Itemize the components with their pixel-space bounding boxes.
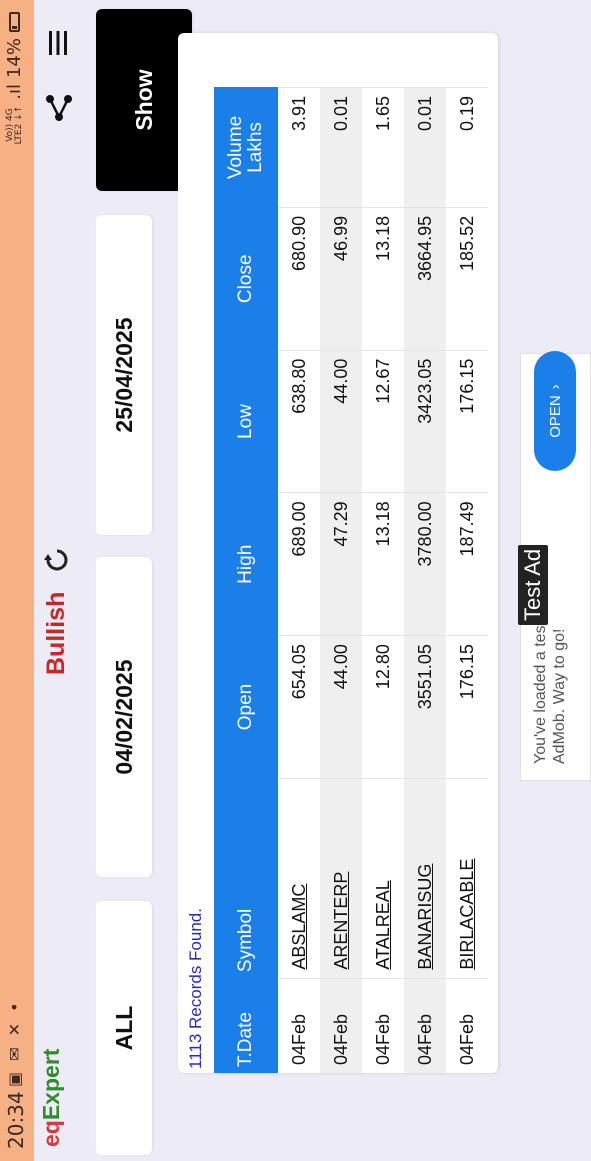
share-icon[interactable]: [44, 93, 74, 123]
ad-open-label: OPEN: [546, 395, 564, 438]
column-header[interactable]: Open: [214, 635, 278, 779]
cell-low: 3423.05: [404, 350, 446, 493]
ad-open-button[interactable]: OPEN ›: [534, 351, 576, 471]
cell-high: 689.00: [278, 492, 320, 636]
cell-open: 12.80: [362, 635, 404, 779]
cell-high: 187.49: [446, 492, 488, 636]
cell-low: 44.00: [320, 350, 362, 493]
notification-icons: ▣ ✉ ✕ •: [5, 999, 24, 1087]
cell-close: 13.18: [362, 207, 404, 351]
cell-volume: 3.91: [278, 87, 320, 208]
cell-date: 04Feb: [404, 978, 446, 1073]
column-header[interactable]: High: [214, 492, 278, 636]
battery-icon: [9, 12, 20, 32]
cell-open: 176.15: [446, 635, 488, 779]
cell-low: 12.67: [362, 350, 404, 493]
network-indicator: Vo)) 4G LTE2 ↓↑: [4, 105, 24, 145]
chevron-right-icon: ›: [546, 384, 564, 390]
column-header[interactable]: Close: [214, 207, 278, 351]
from-date-field[interactable]: 04/02/2025: [96, 557, 152, 877]
to-date-field[interactable]: 25/04/2025: [96, 215, 152, 535]
records-count: 1113 Records Found.: [186, 908, 205, 1069]
cell-close: 680.90: [278, 207, 320, 351]
symbol-link[interactable]: ARENTERP: [320, 778, 362, 979]
column-header[interactable]: Low: [214, 350, 278, 493]
column-header[interactable]: Symbol: [214, 778, 278, 979]
cell-volume: 0.01: [320, 87, 362, 208]
table-row: 04Feb ARENTERP 44.00 47.29 44.00 46.99 0…: [320, 87, 362, 1073]
table-header-row: T.Date Symbol Open High Low Close Volume…: [214, 87, 278, 1073]
status-time: 20:34: [4, 1091, 28, 1149]
status-bar: 20:34 ▣ ✉ ✕ • Vo)) 4G LTE2 ↓↑ .ıl 14%: [0, 0, 34, 1161]
app-logo: eqExpert: [38, 1049, 65, 1147]
signal-icon: .ıl: [4, 84, 25, 100]
cell-open: 654.05: [278, 635, 320, 779]
cell-high: 13.18: [362, 492, 404, 636]
cell-volume: 0.19: [446, 87, 488, 208]
cell-high: 3780.00: [404, 492, 446, 636]
cell-volume: 0.01: [404, 87, 446, 208]
test-ad-badge: Test Ad: [518, 544, 548, 625]
logo-expert-text: Expert: [38, 1048, 64, 1121]
symbol-link[interactable]: ATALREAL: [362, 778, 404, 979]
cell-date: 04Feb: [362, 978, 404, 1073]
cell-open: 44.00: [320, 635, 362, 779]
table-row: 04Feb ATALREAL 12.80 13.18 12.67 13.18 1…: [362, 87, 404, 1073]
segment-select[interactable]: ALL: [96, 901, 152, 1155]
symbol-link[interactable]: BIRLACABLE: [446, 778, 488, 979]
column-header[interactable]: Volume Lakhs: [214, 87, 278, 208]
menu-icon[interactable]: [44, 29, 72, 57]
refresh-icon[interactable]: [44, 545, 72, 573]
results-table: T.Date Symbol Open High Low Close Volume…: [214, 87, 488, 1073]
status-right: Vo)) 4G LTE2 ↓↑ .ıl 14%: [4, 12, 25, 144]
cell-close: 185.52: [446, 207, 488, 351]
table-row: 04Feb BANARISUG 3551.05 3780.00 3423.05 …: [404, 87, 446, 1073]
cell-date: 04Feb: [446, 978, 488, 1073]
cell-date: 04Feb: [320, 978, 362, 1073]
symbol-link[interactable]: ABSLAMC: [278, 778, 320, 979]
table-row: 04Feb BIRLACABLE 176.15 187.49 176.15 18…: [446, 87, 488, 1073]
cell-volume: 1.65: [362, 87, 404, 208]
cell-low: 638.80: [278, 350, 320, 493]
table-row: 04Feb ABSLAMC 654.05 689.00 638.80 680.9…: [278, 87, 320, 1073]
cell-high: 47.29: [320, 492, 362, 636]
cell-open: 3551.05: [404, 635, 446, 779]
cell-low: 176.15: [446, 350, 488, 493]
column-header[interactable]: T.Date: [214, 978, 278, 1073]
battery-percent: 14%: [4, 38, 25, 79]
cell-close: 46.99: [320, 207, 362, 351]
symbol-link[interactable]: BANARISUG: [404, 778, 446, 979]
cell-close: 3664.95: [404, 207, 446, 351]
logo-eq-text: eq: [38, 1120, 64, 1147]
cell-date: 04Feb: [278, 978, 320, 1073]
app-screen: 20:34 ▣ ✉ ✕ • Vo)) 4G LTE2 ↓↑ .ıl 14% eq…: [0, 0, 591, 1161]
page-title: Bullish: [42, 591, 70, 675]
